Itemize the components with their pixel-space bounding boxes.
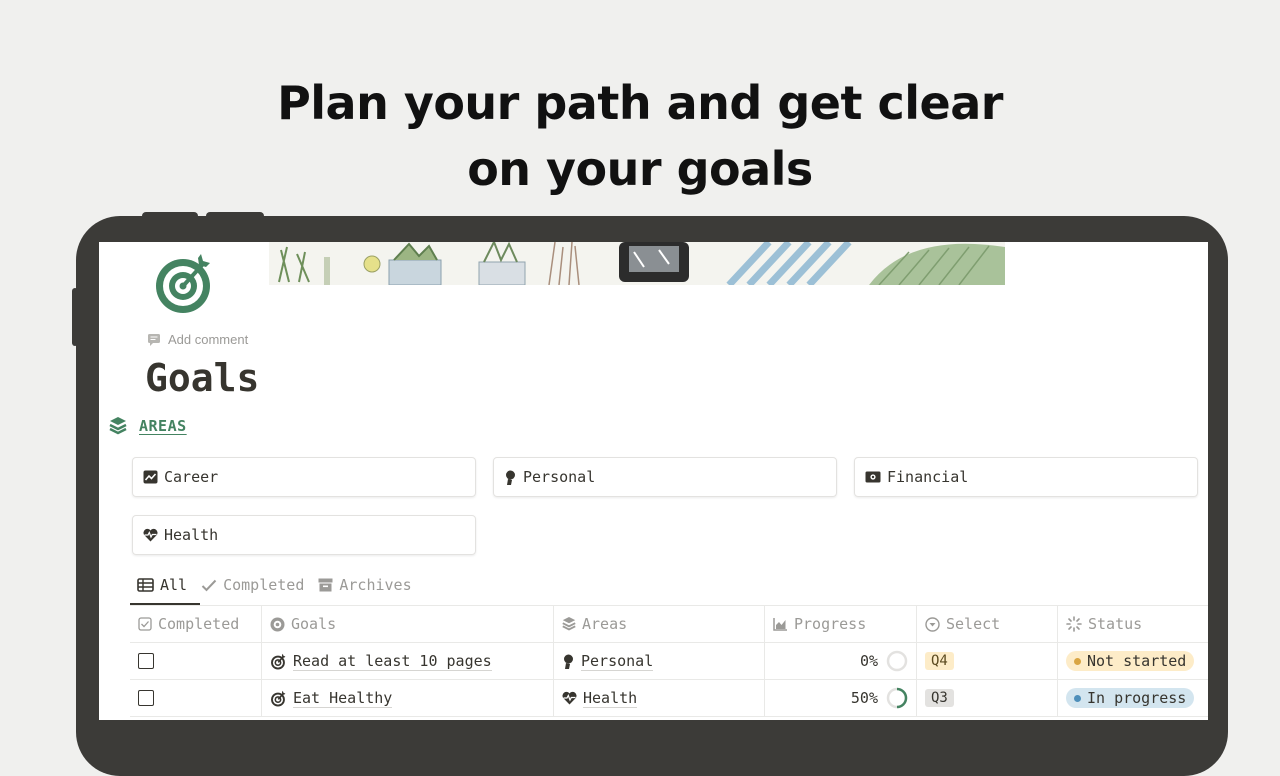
headline-line-1: Plan your path and get clear [277, 76, 1003, 130]
tab-archives[interactable]: Archives [318, 576, 412, 594]
column-label: Progress [794, 615, 867, 633]
tab-label: Archives [339, 576, 412, 594]
column-label: Completed [158, 615, 240, 633]
area-card-label: Financial [887, 468, 969, 486]
column-header-goals[interactable]: Goals [262, 606, 554, 642]
table-row[interactable]: Read at least 10 pages Personal 0% Q4 No… [130, 643, 1208, 680]
area-card-label: Personal [523, 468, 596, 486]
layers-icon [562, 617, 576, 631]
chart-icon [143, 470, 158, 484]
column-label: Goals [291, 615, 337, 633]
progress-value: 0% [859, 652, 878, 670]
cover-image [269, 242, 1005, 285]
person-icon [564, 654, 573, 669]
area-card-career[interactable]: Career [132, 457, 476, 497]
tab-completed[interactable]: Completed [201, 576, 304, 594]
comment-icon [148, 333, 160, 346]
target-icon [271, 690, 286, 706]
archive-icon [318, 578, 333, 592]
area-link[interactable]: Health [583, 689, 638, 708]
heart-pulse-icon [562, 691, 577, 705]
table-icon [137, 578, 154, 592]
money-icon [865, 471, 881, 483]
goal-link[interactable]: Read at least 10 pages [293, 652, 492, 671]
select-property-icon [925, 616, 940, 632]
area-card-financial[interactable]: Financial [854, 457, 1198, 497]
target-icon[interactable] [153, 250, 217, 314]
table-row[interactable]: Eat Healthy Health 50% Q3 In progress [130, 680, 1208, 717]
area-card-personal[interactable]: Personal [493, 457, 837, 497]
area-cell[interactable]: Personal [554, 643, 765, 679]
status-cell[interactable]: Not started [1058, 643, 1208, 679]
area-card-label: Career [164, 468, 219, 486]
headline: Plan your path and get clear on your goa… [0, 70, 1280, 202]
tab-label: Completed [223, 576, 305, 594]
tab-all[interactable]: All [137, 576, 187, 594]
status-dot [1074, 694, 1081, 702]
status-badge: In progress [1066, 688, 1195, 708]
completed-cell [130, 643, 262, 679]
page-title: Goals [145, 356, 260, 400]
notion-page: Add comment Goals AREAS Career Personal … [99, 242, 1208, 720]
select-cell[interactable]: Q3 [917, 680, 1058, 716]
status-label: In progress [1087, 689, 1187, 707]
progress-ring [886, 687, 908, 709]
goal-cell[interactable]: Read at least 10 pages [262, 643, 554, 679]
status-label: Not started [1087, 652, 1187, 670]
person-icon [506, 470, 515, 485]
progress-value: 50% [850, 689, 878, 707]
area-card-label: Health [164, 526, 219, 544]
column-header-areas[interactable]: Areas [554, 606, 765, 642]
checkbox-property-icon [138, 617, 152, 631]
heart-pulse-icon [143, 528, 158, 542]
column-label: Select [946, 615, 1001, 633]
column-header-progress[interactable]: Progress [765, 606, 917, 642]
column-label: Areas [582, 615, 628, 633]
title-property-icon [270, 617, 285, 631]
tab-label: All [160, 576, 188, 594]
add-comment-button[interactable]: Add comment [147, 332, 248, 347]
select-tag: Q4 [925, 652, 954, 670]
progress-cell: 50% [765, 680, 917, 716]
area-link[interactable]: Personal [581, 652, 654, 671]
completed-checkbox[interactable] [138, 690, 154, 706]
headline-line-2: on your goals [467, 142, 813, 196]
status-dot [1074, 657, 1081, 665]
check-icon [201, 579, 217, 591]
status-badge: Not started [1066, 651, 1195, 671]
status-property-icon [1066, 616, 1082, 632]
goal-cell[interactable]: Eat Healthy [262, 680, 554, 716]
table-header-row: Completed Goals Areas Progress Select St… [130, 606, 1208, 643]
completed-cell [130, 680, 262, 716]
select-cell[interactable]: Q4 [917, 643, 1058, 679]
areas-header[interactable]: AREAS [109, 416, 187, 436]
progress-cell: 0% [765, 643, 917, 679]
area-card-health[interactable]: Health [132, 515, 476, 555]
area-cell[interactable]: Health [554, 680, 765, 716]
column-header-status[interactable]: Status [1058, 606, 1208, 642]
view-tabs: All Completed Archives [137, 576, 412, 594]
status-cell[interactable]: In progress [1058, 680, 1208, 716]
areas-link[interactable]: AREAS [139, 417, 187, 435]
add-comment-label: Add comment [168, 332, 249, 347]
goals-table: Completed Goals Areas Progress Select St… [130, 605, 1208, 720]
target-icon [271, 653, 286, 669]
select-tag: Q3 [925, 689, 954, 707]
area-chart-icon [773, 618, 787, 631]
column-label: Status [1088, 615, 1143, 633]
goal-link[interactable]: Eat Healthy [293, 689, 393, 708]
completed-checkbox[interactable] [138, 653, 154, 669]
column-header-select[interactable]: Select [917, 606, 1058, 642]
column-header-completed[interactable]: Completed [130, 606, 262, 642]
layers-icon [109, 417, 127, 435]
progress-ring [886, 650, 908, 672]
